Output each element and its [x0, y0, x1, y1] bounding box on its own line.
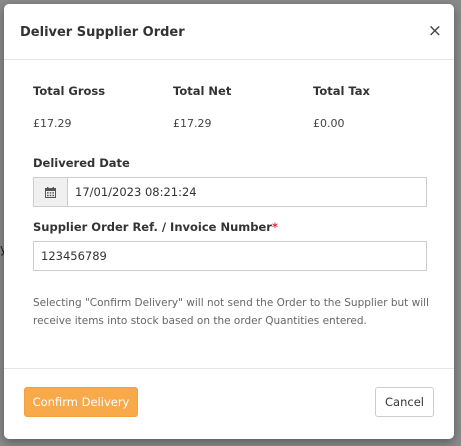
- delivered-date-label: Delivered Date: [33, 156, 130, 170]
- dialog-footer: Confirm Delivery Cancel: [4, 368, 454, 440]
- total-net: Total Net £17.29: [173, 84, 303, 130]
- total-tax-label: Total Tax: [313, 84, 370, 98]
- delivered-date-group: [33, 177, 427, 207]
- deliver-order-dialog: Deliver Supplier Order × Total Gross £17…: [4, 4, 454, 439]
- total-net-value: £17.29: [173, 117, 212, 130]
- total-gross-label: Total Gross: [33, 84, 106, 98]
- help-text: Selecting "Confirm Delivery" will not se…: [33, 297, 429, 327]
- total-tax: Total Tax £0.00: [313, 84, 443, 130]
- total-net-label: Total Net: [173, 84, 232, 98]
- total-gross: Total Gross £17.29: [33, 84, 163, 130]
- supplier-ref-label-wrap: Supplier Order Ref. / Invoice Number*: [33, 220, 278, 234]
- cancel-button[interactable]: Cancel: [375, 387, 434, 417]
- total-tax-value: £0.00: [313, 117, 345, 130]
- dialog-header: Deliver Supplier Order ×: [4, 4, 454, 60]
- close-icon[interactable]: ×: [428, 21, 442, 41]
- supplier-ref-label: Supplier Order Ref. / Invoice Number: [33, 220, 272, 234]
- delivered-date-input[interactable]: [68, 178, 426, 206]
- dialog-title: Deliver Supplier Order: [20, 25, 185, 40]
- confirm-delivery-button[interactable]: Confirm Delivery: [24, 387, 138, 417]
- required-marker: *: [271, 220, 278, 234]
- calendar-button[interactable]: [34, 178, 68, 206]
- total-gross-value: £17.29: [33, 117, 72, 130]
- calendar-icon: [45, 187, 56, 198]
- supplier-ref-input[interactable]: [33, 241, 427, 271]
